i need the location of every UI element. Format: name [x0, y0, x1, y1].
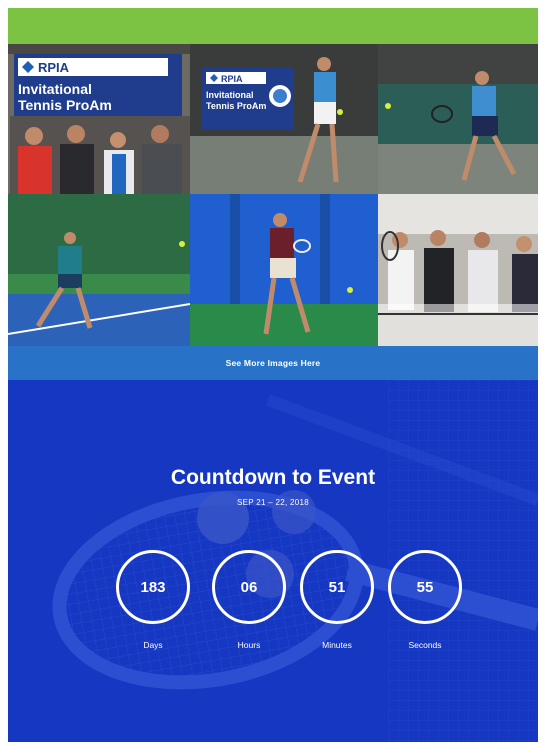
seconds-label: Seconds: [408, 640, 442, 650]
gallery-photo-player-forehand[interactable]: RPIA Invitational Tennis ProAm: [190, 44, 378, 194]
gallery-photo-player-blue-wall[interactable]: [190, 194, 378, 346]
banner-text-line2: Tennis ProAm: [18, 97, 112, 113]
countdown-seconds: 55 Seconds: [388, 550, 462, 650]
countdown-title: Countdown to Event: [170, 466, 376, 489]
minutes-label: Minutes: [322, 640, 352, 650]
see-more-images-button[interactable]: See More Images Here: [8, 346, 538, 380]
banner-text-line1: Invitational: [18, 81, 92, 97]
countdown-section: Countdown to Event SEP 21 – 22, 2018 183…: [8, 380, 538, 742]
banner-logo-text: RPIA: [38, 60, 70, 75]
days-value: 183: [116, 550, 190, 624]
minutes-value: 51: [300, 550, 374, 624]
countdown-days: 183 Days: [116, 550, 190, 650]
days-label: Days: [143, 640, 163, 650]
banner-text-line4: Tennis ProAm: [206, 101, 266, 111]
hours-label: Hours: [237, 640, 261, 650]
hours-value: 06: [212, 550, 286, 624]
gallery-photo-player-backhand[interactable]: [378, 44, 538, 194]
page-bottom-margin: [0, 742, 546, 750]
gallery-photo-player-lunge[interactable]: [8, 194, 190, 346]
gallery-photo-group-banner[interactable]: RPIA Invitational Tennis ProAm: [8, 44, 190, 194]
countdown-hours: 06 Hours: [212, 550, 286, 650]
seconds-value: 55: [388, 550, 462, 624]
countdown-minutes: 51 Minutes: [300, 550, 374, 650]
banner-text-line3: Invitational: [206, 90, 254, 100]
photo-gallery: RPIA Invitational Tennis ProAm RPIA Invi…: [8, 44, 538, 346]
gallery-photo-group-net[interactable]: [378, 194, 538, 346]
event-date: SEP 21 – 22, 2018: [236, 498, 310, 507]
banner-logo-text-2: RPIA: [221, 74, 243, 84]
top-green-bar: [8, 8, 538, 44]
